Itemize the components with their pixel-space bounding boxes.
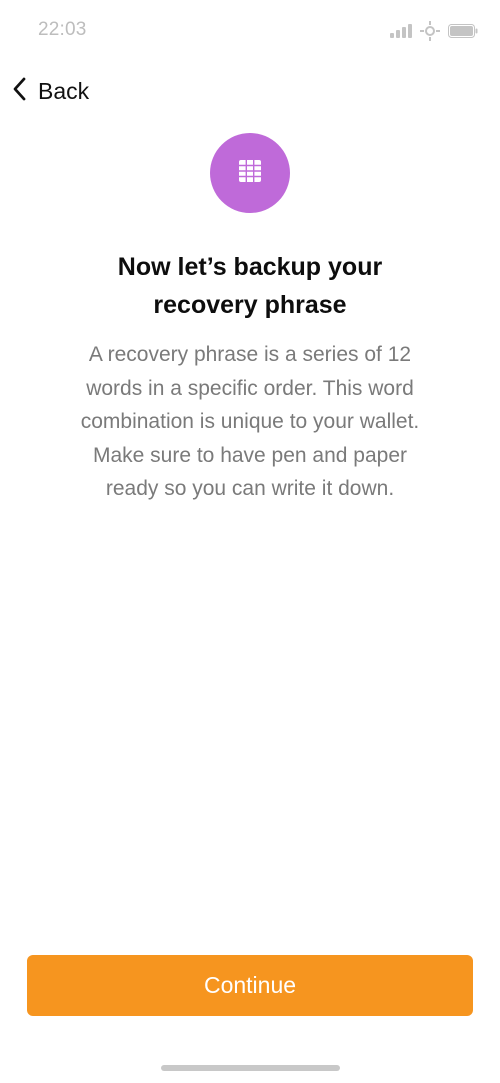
title-line-2: recovery phrase [153,291,347,319]
description: A recovery phrase is a series of 12 word… [30,338,470,506]
hero-icon-circle [210,133,290,213]
signal-icon [390,24,412,38]
description-line-1: A recovery phrase is a series of 12 [88,343,412,366]
chevron-left-icon [10,76,30,107]
status-time: 22:03 [38,19,87,40]
page-title: Now let’s backup your recovery phrase [40,248,460,324]
title-line-1: Now let’s backup your [117,253,383,281]
back-label: Back [38,77,90,104]
home-indicator[interactable] [161,1065,340,1071]
battery-icon [448,24,478,38]
description-line-5: ready so you can write it down. [105,477,395,500]
description-line-2: words in a specific order. This word [86,376,414,400]
description-line-4: Make sure to have pen and paper [92,443,408,467]
grid-icon [238,159,262,188]
wifi-icon [420,21,440,41]
description-line-3: combination is unique to your wallet. [80,410,420,433]
status-bar: 22:03 [0,0,500,60]
continue-button[interactable]: Continue [27,955,473,1016]
back-button[interactable]: Back [10,72,89,110]
status-icons [390,20,478,42]
